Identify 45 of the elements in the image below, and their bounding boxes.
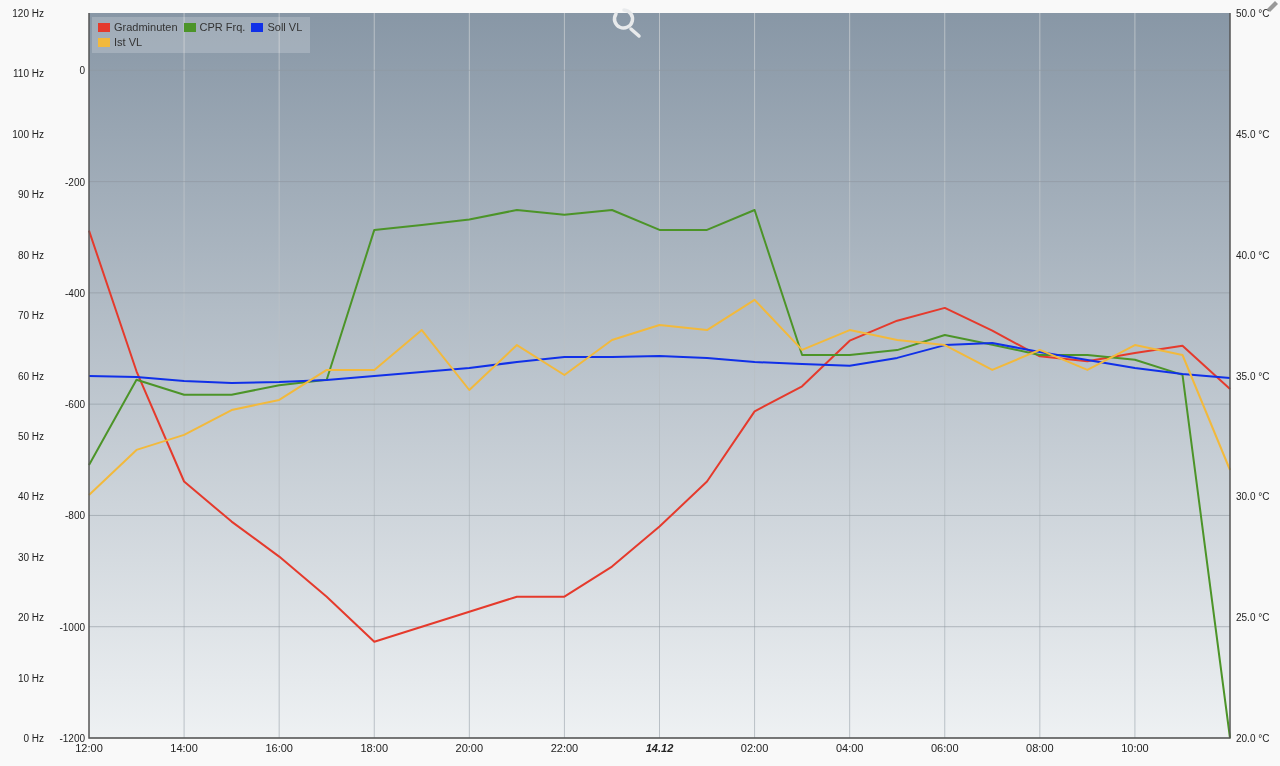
x-axis-label: 20:00 bbox=[455, 742, 484, 754]
y-axis-label: 20 Hz bbox=[17, 612, 44, 624]
y-axis-label: -800 bbox=[65, 510, 85, 522]
y-axis-label: 100 Hz bbox=[12, 128, 44, 140]
y-axis-label: 120 Hz bbox=[12, 8, 44, 19]
y-axis-label: -1000 bbox=[59, 621, 85, 633]
y-axis-label: 40 Hz bbox=[17, 491, 44, 503]
pencil-icon[interactable] bbox=[1267, 1, 1278, 12]
y-axis-label: 35.0 °C bbox=[1236, 370, 1270, 382]
y-axis-label: -1200 bbox=[59, 733, 85, 744]
y-axis-label: 0 Hz bbox=[23, 733, 44, 744]
y-axis-label: 20.0 °C bbox=[1236, 733, 1270, 744]
y-axis-label: 40.0 °C bbox=[1236, 249, 1270, 261]
y-axis-label: 110 Hz bbox=[13, 68, 44, 80]
y-axis-label: -600 bbox=[65, 399, 85, 411]
y-axis-label: 45.0 °C bbox=[1236, 128, 1270, 140]
x-axis-label: 16:00 bbox=[265, 742, 293, 754]
legend-label[interactable]: CPR Frq. bbox=[199, 20, 246, 35]
x-axis-label: 14.12 bbox=[645, 742, 674, 754]
y-axis-label: 30 Hz bbox=[17, 551, 44, 563]
y-axis-label: 60 Hz bbox=[17, 370, 44, 382]
y-axis-label: 25.0 °C bbox=[1236, 612, 1270, 624]
legend-label[interactable]: Soll VL bbox=[267, 20, 303, 35]
y-axis-label: -200 bbox=[65, 176, 85, 188]
x-axis-label: 10:00 bbox=[1121, 742, 1149, 754]
x-axis-label: 12:00 bbox=[75, 742, 103, 754]
y-axis-label: -400 bbox=[65, 287, 85, 299]
y-axis-label: 50.0 °C bbox=[1236, 8, 1270, 19]
x-axis-label: 06:00 bbox=[931, 742, 959, 754]
legend-label[interactable]: Ist VL bbox=[114, 35, 143, 50]
legend-label[interactable]: Gradminuten bbox=[114, 20, 178, 35]
x-axis-label: 04:00 bbox=[835, 742, 864, 754]
x-axis-label: 22:00 bbox=[550, 742, 579, 754]
y-axis-label: 90 Hz bbox=[17, 189, 44, 201]
y-axis-label: 50 Hz bbox=[17, 430, 44, 442]
y-axis-label: 80 Hz bbox=[17, 249, 44, 261]
x-axis-label: 02:00 bbox=[740, 742, 769, 754]
x-axis-label: 14:00 bbox=[170, 742, 198, 754]
x-axis-label: 18:00 bbox=[360, 742, 388, 754]
x-axis-label: 08:00 bbox=[1026, 742, 1054, 754]
zoom-reset-icon[interactable] bbox=[612, 8, 641, 38]
y-axis-label: 30.0 °C bbox=[1236, 491, 1270, 503]
y-axis-label: 70 Hz bbox=[17, 310, 44, 322]
y-axis-label: 10 Hz bbox=[17, 672, 44, 684]
y-axis-label: 0 bbox=[79, 65, 85, 77]
